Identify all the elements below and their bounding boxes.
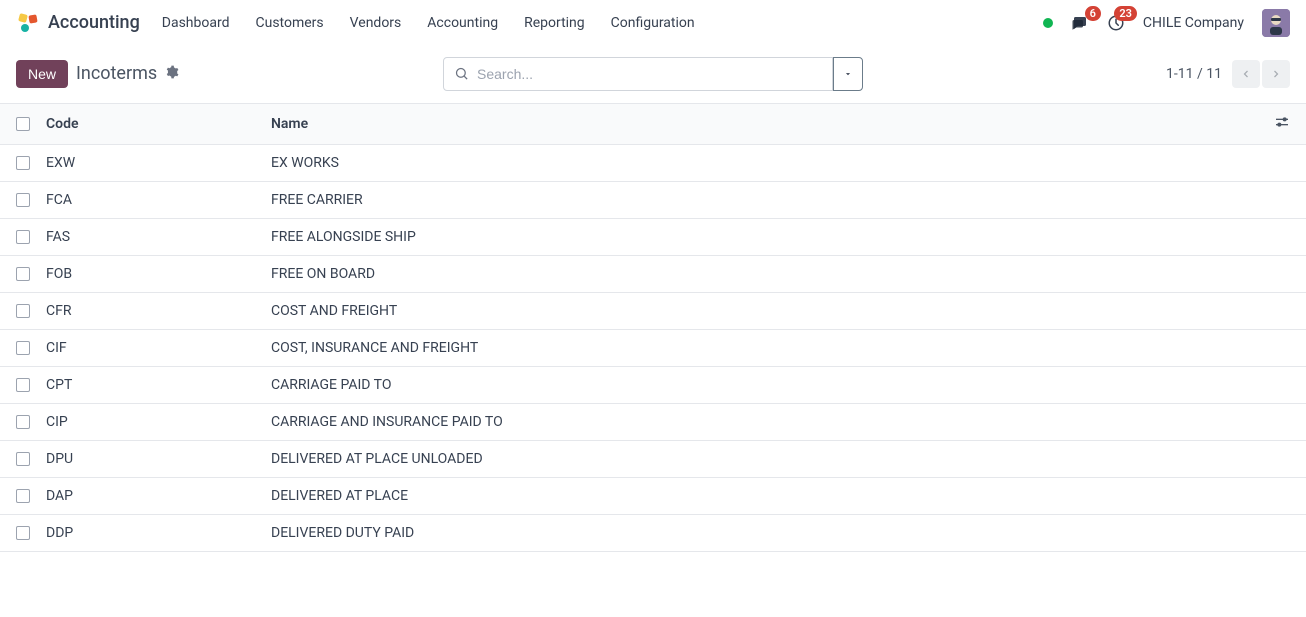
cell-code: DAP [46,488,271,504]
cell-code: FAS [46,229,271,245]
search-input[interactable] [477,66,822,82]
row-checkbox[interactable] [16,341,30,355]
table-row[interactable]: FCAFREE CARRIER [0,182,1306,219]
new-button[interactable]: New [16,60,68,88]
menu-customers[interactable]: Customers [256,15,324,31]
row-checkbox[interactable] [16,156,30,170]
cell-name: COST AND FREIGHT [271,303,1260,319]
cell-code: DPU [46,451,271,467]
chevron-right-icon [1270,68,1282,80]
table-body: EXWEX WORKSFCAFREE CARRIERFASFREE ALONGS… [0,145,1306,552]
table-row[interactable]: FASFREE ALONGSIDE SHIP [0,219,1306,256]
company-switcher[interactable]: CHILE Company [1143,15,1244,31]
cell-code: CIF [46,340,271,356]
main-menu: Dashboard Customers Vendors Accounting R… [162,15,695,31]
sliders-icon [1274,114,1290,130]
app-logo-icon[interactable] [16,11,40,35]
breadcrumb: Incoterms [76,63,157,84]
table-row[interactable]: CPTCARRIAGE PAID TO [0,367,1306,404]
menu-reporting[interactable]: Reporting [524,15,585,31]
row-checkbox[interactable] [16,230,30,244]
row-checkbox[interactable] [16,452,30,466]
column-header-name[interactable]: Name [271,116,1260,132]
table-row[interactable]: DDPDELIVERED DUTY PAID [0,515,1306,552]
app-title[interactable]: Accounting [48,12,140,33]
row-checkbox[interactable] [16,415,30,429]
row-checkbox[interactable] [16,378,30,392]
cell-name: CARRIAGE AND INSURANCE PAID TO [271,414,1260,430]
pager-total: 11 [1206,66,1222,82]
column-header-code[interactable]: Code [46,116,271,132]
pager-prev-button[interactable] [1232,60,1260,88]
table-row[interactable]: CIFCOST, INSURANCE AND FREIGHT [0,330,1306,367]
caret-down-icon [843,69,853,79]
cell-code: CIP [46,414,271,430]
search-icon [454,66,469,81]
cell-name: EX WORKS [271,155,1260,171]
cell-name: FREE ALONGSIDE SHIP [271,229,1260,245]
pager-sep: / [1194,66,1207,82]
search-box[interactable] [443,57,833,91]
menu-vendors[interactable]: Vendors [350,15,402,31]
topnav-right: 6 23 CHILE Company [1043,9,1290,37]
menu-dashboard[interactable]: Dashboard [162,15,230,31]
menu-configuration[interactable]: Configuration [611,15,695,31]
messages-button[interactable]: 6 [1071,14,1089,32]
cell-code: CFR [46,303,271,319]
cell-name: DELIVERED DUTY PAID [271,525,1260,541]
cell-code: DDP [46,525,271,541]
cell-code: FOB [46,266,271,282]
row-checkbox[interactable] [16,267,30,281]
table-row[interactable]: DPUDELIVERED AT PLACE UNLOADED [0,441,1306,478]
cell-name: FREE CARRIER [271,192,1260,208]
menu-accounting[interactable]: Accounting [427,15,498,31]
pager: 1-11 / 11 [1166,60,1290,88]
table-row[interactable]: CIPCARRIAGE AND INSURANCE PAID TO [0,404,1306,441]
table-row[interactable]: CFRCOST AND FREIGHT [0,293,1306,330]
row-checkbox[interactable] [16,489,30,503]
user-avatar[interactable] [1262,9,1290,37]
chevron-left-icon [1240,68,1252,80]
cell-code: EXW [46,155,271,171]
top-nav: Accounting Dashboard Customers Vendors A… [0,0,1306,46]
cell-code: CPT [46,377,271,393]
optional-columns-toggle[interactable] [1274,114,1290,134]
row-checkbox[interactable] [16,526,30,540]
table-row[interactable]: DAPDELIVERED AT PLACE [0,478,1306,515]
pager-text[interactable]: 1-11 / 11 [1166,66,1222,82]
status-dot-icon[interactable] [1043,18,1053,28]
cell-name: CARRIAGE PAID TO [271,377,1260,393]
cell-code: FCA [46,192,271,208]
row-checkbox[interactable] [16,193,30,207]
activities-button[interactable]: 23 [1107,14,1125,32]
messages-badge: 6 [1085,6,1101,21]
cell-name: DELIVERED AT PLACE UNLOADED [271,451,1260,467]
cell-name: DELIVERED AT PLACE [271,488,1260,504]
pager-next-button[interactable] [1262,60,1290,88]
control-bar: New Incoterms 1-11 / 11 [0,46,1306,104]
pager-range: 1-11 [1166,66,1193,82]
search-wrap [443,57,863,91]
cell-name: COST, INSURANCE AND FREIGHT [271,340,1260,356]
select-all-checkbox[interactable] [16,117,30,131]
table-header-row: Code Name [0,104,1306,145]
table-row[interactable]: EXWEX WORKS [0,145,1306,182]
gear-icon[interactable] [165,65,179,83]
activities-badge: 23 [1114,6,1137,21]
row-checkbox[interactable] [16,304,30,318]
table-row[interactable]: FOBFREE ON BOARD [0,256,1306,293]
search-options-toggle[interactable] [833,57,863,91]
cell-name: FREE ON BOARD [271,266,1260,282]
